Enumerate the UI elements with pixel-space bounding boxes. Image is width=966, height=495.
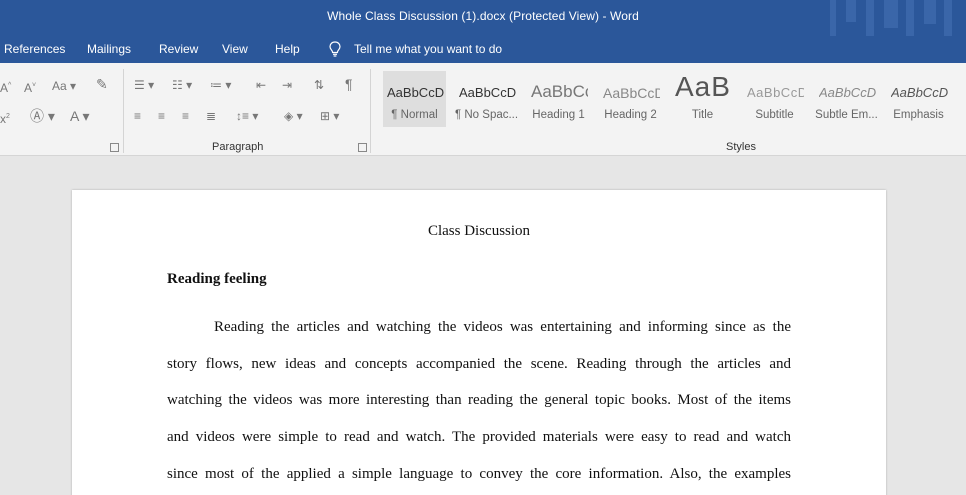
style-name: Emphasis (893, 109, 944, 121)
show-formatting-marks-icon[interactable]: ¶ (345, 77, 353, 91)
style-subtitle[interactable]: AaBbCcD Subtitle (742, 71, 806, 127)
style-name: Subtitle (755, 109, 794, 121)
style-preview: AaBbCcDc (819, 85, 876, 100)
paragraph-line: and videos were simple to read and watch… (167, 429, 791, 445)
grow-font-icon[interactable]: A^ (0, 79, 11, 95)
style-preview: AaBbCcD (603, 85, 660, 101)
document-canvas[interactable]: Class Discussion Reading feeling Reading… (0, 157, 966, 495)
clear-formatting-icon[interactable]: ✎ (96, 77, 108, 91)
borders-icon[interactable]: ⊞ ▾ (320, 109, 339, 123)
tab-review[interactable]: Review (159, 42, 198, 56)
document-page[interactable]: Class Discussion Reading feeling Reading… (72, 190, 886, 495)
change-case-icon[interactable]: Aa ▾ (52, 79, 76, 93)
style-heading-1[interactable]: AaBbCc Heading 1 (526, 71, 590, 127)
style-name: Title (691, 109, 714, 121)
style-name: Heading 2 (604, 109, 657, 121)
title-bar: Whole Class Discussion (1).docx (Protect… (0, 0, 966, 36)
tell-me-search[interactable]: Tell me what you want to do (328, 41, 502, 57)
paragraph-group-label: Paragraph (212, 141, 264, 153)
style-preview: AaBbCcDc (387, 85, 444, 100)
style-name: Heading 1 (532, 109, 585, 121)
style-emphasis[interactable]: AaBbCcDc Emphasis (886, 71, 950, 127)
style-heading-2[interactable]: AaBbCcD Heading 2 (598, 71, 662, 127)
font-color-icon[interactable]: A ▾ (70, 109, 89, 123)
ribbon: A^ A˅ Aa ▾ ✎ x2 Ⓐ ▾ A ▾ ☰ ▾ ☷ ▾ ≔ ▾ ⇤ ⇥ … (0, 63, 966, 156)
font-dialog-launcher-icon[interactable] (110, 143, 119, 152)
style-next-partial[interactable] (958, 71, 966, 127)
paragraph-line: Reading the articles and watching the vi… (214, 319, 791, 335)
tab-references[interactable]: References (4, 42, 65, 56)
style-preview: AaB (675, 71, 731, 102)
decrease-indent-icon[interactable]: ⇤ (256, 78, 266, 92)
text-effects-icon[interactable]: Ⓐ ▾ (30, 109, 55, 123)
style-name: Subtle Em... (815, 109, 878, 121)
justify-icon[interactable]: ≣ (206, 109, 216, 123)
style-normal[interactable]: AaBbCcDc ¶ Normal (382, 71, 446, 127)
lightbulb-icon (329, 41, 341, 57)
tab-view[interactable]: View (222, 42, 248, 56)
align-center-icon[interactable]: ≡ (158, 109, 165, 123)
paragraph-line: story flows, new ideas and concepts acco… (167, 356, 791, 372)
styles-gallery: AaBbCcDc ¶ Normal AaBbCcDc ¶ No Spac... … (380, 71, 966, 133)
multilevel-list-icon[interactable]: ≔ ▾ (210, 78, 231, 92)
increase-indent-icon[interactable]: ⇥ (282, 78, 292, 92)
align-left-icon[interactable]: ≡ (134, 109, 141, 123)
document-title: Class Discussion (427, 223, 531, 239)
superscript-icon[interactable]: x2 (0, 110, 10, 126)
styles-group-label: Styles (726, 141, 756, 153)
align-right-icon[interactable]: ≡ (182, 109, 189, 123)
tell-me-label: Tell me what you want to do (354, 42, 503, 56)
sort-icon[interactable]: ⇅ (314, 78, 324, 92)
tab-help[interactable]: Help (275, 42, 300, 56)
style-title[interactable]: AaB Title (670, 71, 734, 127)
bullets-icon[interactable]: ☰ ▾ (134, 78, 154, 92)
style-subtle-emphasis[interactable]: AaBbCcDc Subtle Em... (814, 71, 878, 127)
shading-icon[interactable]: ◈ ▾ (284, 109, 303, 123)
style-preview: AaBbCcDc (459, 85, 516, 100)
style-preview: AaBbCc (531, 82, 588, 101)
window-title: Whole Class Discussion (1).docx (Protect… (327, 9, 639, 23)
style-name: ¶ No Spac... (455, 109, 518, 121)
paragraph-dialog-launcher-icon[interactable] (358, 143, 367, 152)
style-name: ¶ Normal (391, 109, 438, 121)
numbering-icon[interactable]: ☷ ▾ (172, 78, 192, 92)
tab-mailings[interactable]: Mailings (87, 42, 131, 56)
paragraph-line: watching the videos was more interesting… (167, 392, 791, 408)
style-preview: AaBbCcD (747, 85, 804, 100)
line-spacing-icon[interactable]: ↕≡ ▾ (236, 109, 258, 123)
style-preview: AaBbCcDc (891, 85, 948, 100)
group-separator (370, 69, 371, 153)
ribbon-tabs: References Mailings Review View Help Tel… (0, 36, 966, 63)
section-heading: Reading feeling (167, 271, 267, 287)
shrink-font-icon[interactable]: A˅ (24, 79, 36, 95)
group-separator (123, 69, 124, 153)
paragraph-line: since most of the applied a simple langu… (167, 466, 791, 482)
style-no-spacing[interactable]: AaBbCcDc ¶ No Spac... (454, 71, 518, 127)
